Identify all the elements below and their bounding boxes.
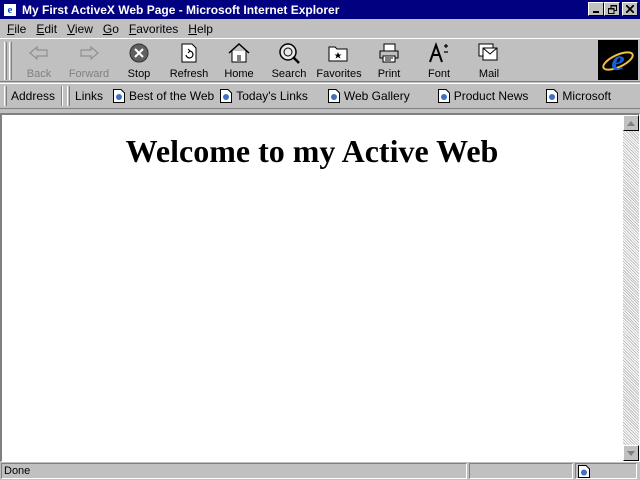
browser-content-frame: Welcome to my Active Web (0, 113, 640, 462)
close-icon (626, 5, 634, 13)
zone-page-icon (578, 464, 590, 478)
standard-toolbar: Back Forward Stop Refresh Home Search Fa… (0, 38, 640, 82)
print-button[interactable]: Print (364, 39, 414, 81)
vertical-scrollbar[interactable] (623, 115, 639, 461)
mail-icon (478, 43, 498, 61)
status-bar: Done (0, 462, 640, 480)
ie-page-icon[interactable]: e (3, 2, 17, 17)
links-toolbar: Address Links Best of the Web Today's Li… (0, 83, 640, 109)
menu-view[interactable]: View (62, 22, 98, 36)
close-button[interactable] (622, 2, 638, 16)
address-label[interactable]: Address (7, 89, 59, 103)
refresh-icon (181, 43, 197, 63)
status-text-panel: Done (1, 463, 467, 479)
toolbar-grip[interactable] (9, 42, 12, 80)
scroll-up-arrow-icon (627, 120, 635, 126)
forward-button[interactable]: Forward (64, 39, 114, 81)
window-title: My First ActiveX Web Page - Microsoft In… (22, 2, 340, 17)
svg-text:e: e (611, 44, 624, 77)
ie-throbber-logo[interactable]: e (598, 40, 638, 80)
page-link-icon (546, 89, 559, 103)
stop-icon (129, 43, 149, 63)
page-link-icon (437, 89, 450, 103)
menu-help[interactable]: Help (183, 22, 218, 36)
home-button[interactable]: Home (214, 39, 264, 81)
font-icon (429, 42, 448, 63)
scroll-down-button[interactable] (623, 445, 639, 461)
window-controls (588, 2, 638, 16)
font-button[interactable]: Font (414, 39, 464, 81)
favorites-button[interactable]: Favorites (314, 39, 364, 81)
status-text: Done (4, 465, 31, 477)
page-link-icon (113, 89, 126, 103)
web-page[interactable]: Welcome to my Active Web (2, 115, 622, 461)
stop-button[interactable]: Stop (114, 39, 164, 81)
minimize-icon (593, 11, 599, 13)
refresh-button[interactable]: Refresh (164, 39, 214, 81)
title-bar: e My First ActiveX Web Page - Microsoft … (0, 0, 640, 19)
link-todays-links[interactable]: Today's Links (220, 89, 308, 103)
menu-bar: File Edit View Go Favorites Help (0, 19, 640, 38)
home-icon (228, 43, 250, 63)
menu-file[interactable]: File (2, 22, 31, 36)
minimize-button[interactable] (588, 2, 604, 16)
link-web-gallery[interactable]: Web Gallery (327, 89, 410, 103)
mail-button[interactable]: Mail (464, 39, 514, 81)
status-progress-panel (469, 463, 573, 479)
link-microsoft[interactable]: Microsoft (546, 89, 611, 103)
search-icon (279, 43, 300, 64)
status-zone-panel (575, 463, 637, 479)
ie-logo-icon: e (602, 44, 634, 77)
links-label[interactable]: Links (70, 89, 107, 103)
page-link-icon (220, 89, 233, 103)
page-link-icon (327, 89, 340, 103)
restore-icon (607, 4, 617, 14)
scroll-up-button[interactable] (623, 115, 639, 131)
menu-favorites[interactable]: Favorites (124, 22, 183, 36)
link-best-of-the-web[interactable]: Best of the Web (113, 89, 214, 103)
scroll-down-arrow-icon (627, 450, 635, 456)
back-arrow-icon (29, 45, 48, 61)
search-button[interactable]: Search (264, 39, 314, 81)
back-button[interactable]: Back (14, 39, 64, 81)
toolbar-separator (61, 86, 64, 106)
link-product-news[interactable]: Product News (437, 89, 528, 103)
menu-edit[interactable]: Edit (31, 22, 62, 36)
restore-button[interactable] (604, 2, 620, 16)
toolbar-grip[interactable] (4, 42, 7, 80)
favorites-folder-icon (328, 46, 348, 62)
menu-go[interactable]: Go (98, 22, 124, 36)
page-heading: Welcome to my Active Web (125, 133, 499, 169)
forward-arrow-icon (80, 45, 99, 61)
printer-icon (379, 43, 399, 63)
